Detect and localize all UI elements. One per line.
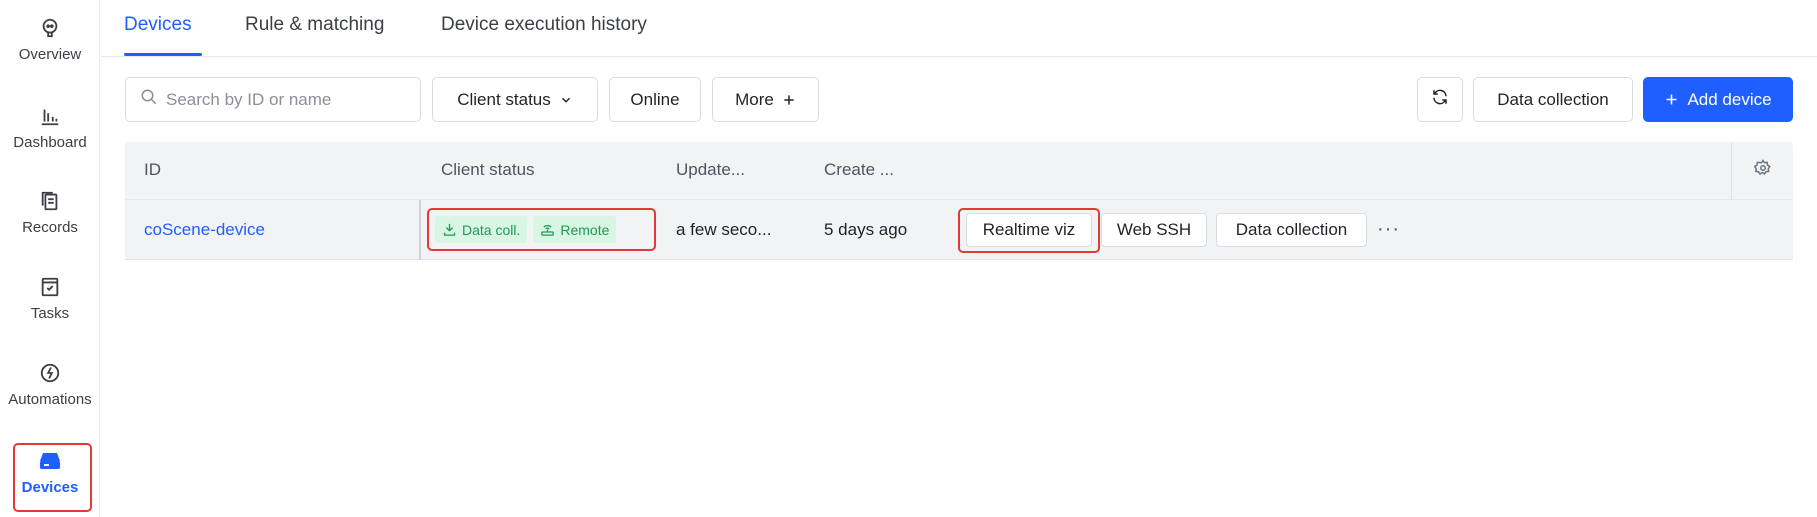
sidebar-item-label: Automations — [8, 391, 92, 408]
router-icon — [541, 225, 555, 236]
client-status-label: Client status — [457, 89, 551, 109]
status-badge: Data coll. — [435, 216, 528, 243]
tab-rule-matching[interactable]: Rule & matching — [245, 14, 384, 36]
dashboard-icon — [38, 104, 62, 128]
updated-cell: a few seco... — [676, 220, 772, 239]
data-collection-label: Data collection — [1497, 89, 1609, 109]
row-data-collection-button[interactable]: Data collection — [1216, 213, 1367, 247]
active-tab-indicator — [124, 53, 202, 56]
online-label: Online — [630, 89, 680, 109]
realtime-viz-button[interactable]: Realtime viz — [966, 213, 1092, 247]
web-ssh-button[interactable]: Web SSH — [1101, 213, 1207, 247]
refresh-button[interactable] — [1417, 77, 1463, 122]
plus-icon — [1664, 92, 1679, 107]
sidebar-item-tasks[interactable]: Tasks — [0, 275, 100, 322]
device-id-link[interactable]: coScene-device — [144, 220, 265, 240]
more-label: More — [735, 89, 774, 109]
sidebar-item-dashboard[interactable]: Dashboard — [0, 104, 100, 151]
highlight-box — [13, 443, 92, 512]
sidebar-item-label: Tasks — [30, 305, 70, 322]
devices-table: ID Client status Update... Create ... co… — [125, 142, 1793, 260]
plus-icon — [782, 93, 796, 107]
tab-bar: Devices Rule & matching Device execution… — [101, 0, 1817, 57]
chevron-down-icon — [559, 93, 573, 107]
tab-device-execution-history[interactable]: Device execution history — [441, 14, 647, 36]
data-collection-button[interactable]: Data collection — [1473, 77, 1633, 122]
more-filters-button[interactable]: More — [712, 77, 819, 122]
sidebar-item-automations[interactable]: Automations — [0, 361, 100, 408]
web-ssh-label: Web SSH — [1116, 220, 1192, 239]
tasks-icon — [38, 275, 62, 299]
column-header-created[interactable]: Create ... — [824, 160, 894, 180]
tab-devices[interactable]: Devices — [124, 14, 192, 36]
search-box[interactable] — [125, 77, 421, 122]
more-actions-icon[interactable]: ··· — [1377, 218, 1400, 241]
table-header: ID Client status Update... Create ... — [125, 142, 1793, 199]
sidebar: Overview Dashboard Records Tasks Automat… — [0, 0, 100, 517]
sidebar-item-label: Overview — [18, 46, 82, 63]
client-status-filter[interactable]: Client status — [432, 77, 598, 122]
table-row[interactable]: coScene-device Data coll. Remote a few s… — [125, 199, 1793, 260]
status-badge: Remote — [533, 216, 617, 243]
refresh-icon — [1431, 88, 1449, 111]
online-filter-button[interactable]: Online — [609, 77, 701, 122]
search-input[interactable] — [166, 89, 406, 110]
column-header-id[interactable]: ID — [144, 160, 161, 180]
sidebar-item-overview[interactable]: Overview — [0, 16, 100, 63]
column-header-updated[interactable]: Update... — [676, 160, 745, 180]
column-divider — [419, 200, 421, 260]
sidebar-item-label: Records — [22, 219, 78, 236]
add-device-label: Add device — [1687, 89, 1772, 109]
created-cell: 5 days ago — [824, 220, 908, 239]
automations-icon — [38, 361, 62, 385]
realtime-viz-label: Realtime viz — [982, 220, 1076, 239]
overview-icon — [38, 16, 62, 40]
badge-label: Data coll. — [462, 221, 521, 238]
sidebar-item-records[interactable]: Records — [0, 189, 100, 236]
client-status-cell: Data coll. Remote — [427, 208, 656, 251]
badge-label: Remote — [560, 221, 610, 238]
column-settings-button[interactable] — [1731, 142, 1793, 199]
column-header-client-status[interactable]: Client status — [441, 160, 535, 180]
data-collection-label: Data collection — [1235, 220, 1348, 239]
records-icon — [38, 189, 62, 213]
gear-icon — [1753, 159, 1772, 182]
search-icon — [140, 88, 158, 111]
download-icon — [443, 223, 456, 236]
sidebar-item-label: Dashboard — [13, 134, 87, 151]
add-device-button[interactable]: Add device — [1643, 77, 1793, 122]
